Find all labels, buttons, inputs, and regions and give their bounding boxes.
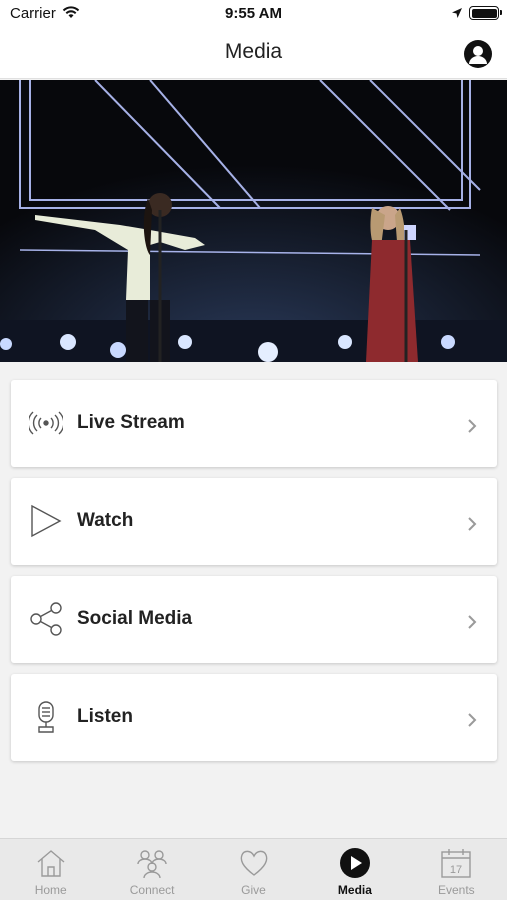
heart-icon xyxy=(238,847,270,879)
hero-image xyxy=(0,80,507,362)
people-icon xyxy=(136,847,168,879)
tab-label: Give xyxy=(241,883,266,897)
menu-item-label: Watch xyxy=(77,510,134,531)
page-title: Media xyxy=(224,40,283,63)
share-icon xyxy=(29,602,63,636)
tab-events[interactable]: 17 Events xyxy=(406,839,507,900)
tab-bar: Home Connect Give Media 17 Events xyxy=(0,838,507,900)
media-menu: Live Stream Watch Social Media Listen xyxy=(11,380,497,772)
tab-give[interactable]: Give xyxy=(203,839,304,900)
svg-text:17: 17 xyxy=(450,864,462,876)
status-bar: Carrier 9:55 AM xyxy=(0,0,507,28)
home-icon xyxy=(35,847,67,879)
tab-connect[interactable]: Connect xyxy=(101,839,202,900)
tab-label: Home xyxy=(34,883,67,897)
tab-home[interactable]: Home xyxy=(0,839,101,900)
tab-label: Events xyxy=(437,883,475,897)
microphone-icon xyxy=(29,700,63,734)
chevron-right-icon xyxy=(467,614,477,635)
menu-item-label: Listen xyxy=(77,706,133,727)
nav-bar: Media xyxy=(0,28,507,79)
broadcast-icon xyxy=(27,406,65,440)
tab-media[interactable]: Media xyxy=(304,839,405,900)
calendar-icon: 17 xyxy=(440,847,472,879)
location-arrow-icon xyxy=(451,6,463,24)
tab-label: Media xyxy=(337,883,372,897)
profile-icon[interactable] xyxy=(464,40,492,68)
chevron-right-icon xyxy=(467,712,477,733)
menu-item-live-stream[interactable]: Live Stream xyxy=(11,380,497,467)
menu-item-label: Social Media xyxy=(77,608,193,629)
play-outline-icon xyxy=(29,504,63,538)
menu-item-label: Live Stream xyxy=(77,412,185,433)
tab-label: Connect xyxy=(129,883,175,897)
menu-item-social-media[interactable]: Social Media xyxy=(11,576,497,663)
chevron-right-icon xyxy=(467,418,477,439)
menu-item-listen[interactable]: Listen xyxy=(11,674,497,761)
battery-icon xyxy=(469,6,502,20)
clock: 9:55 AM xyxy=(225,5,282,22)
play-circle-icon xyxy=(339,847,371,879)
chevron-right-icon xyxy=(467,516,477,537)
menu-item-watch[interactable]: Watch xyxy=(11,478,497,565)
